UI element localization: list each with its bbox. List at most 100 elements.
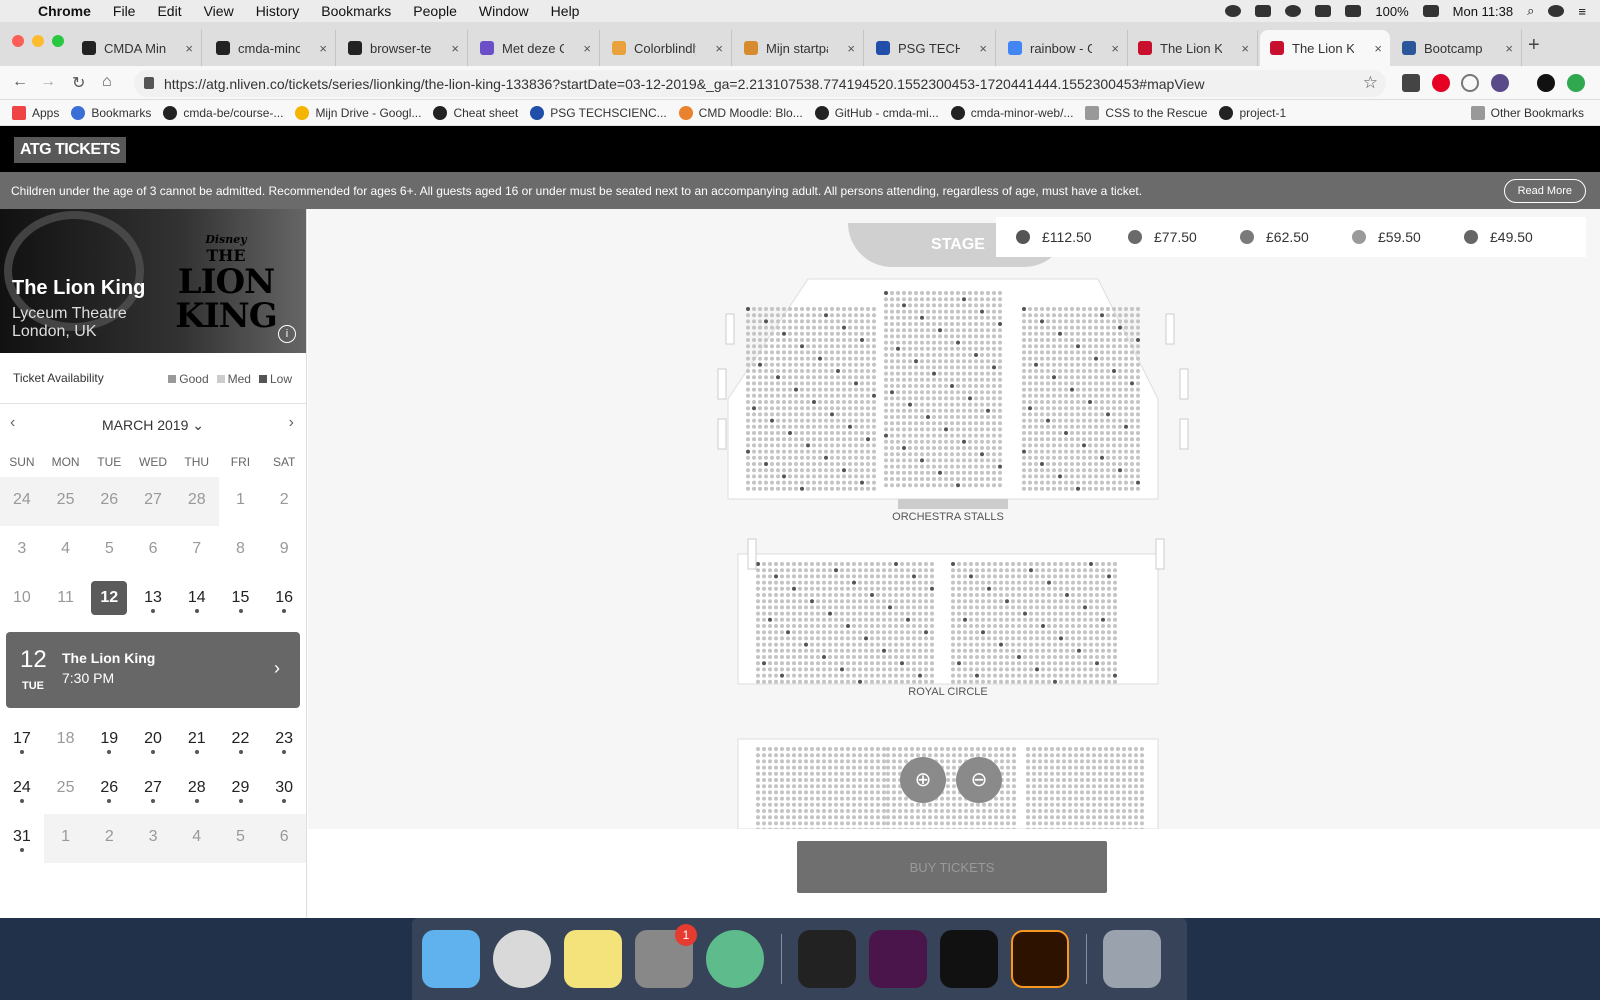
notification-center-icon[interactable]: ≡: [1578, 4, 1586, 19]
finder-icon[interactable]: [422, 930, 480, 988]
battery-percent[interactable]: 100%: [1375, 4, 1408, 19]
calendar-day[interactable]: 27: [131, 765, 175, 814]
calendar-day[interactable]: 15: [219, 575, 263, 624]
bookmark-cmda-be[interactable]: cmda-be/course-...: [163, 105, 283, 120]
browser-tab[interactable]: The Lion Kin×: [1260, 30, 1390, 66]
reload-button[interactable]: ↻: [72, 73, 85, 93]
price-band[interactable]: £112.50: [1016, 229, 1128, 245]
calendar-day[interactable]: 30: [262, 765, 306, 814]
zoom-out-button[interactable]: ⊖: [956, 757, 1002, 803]
price-band[interactable]: £77.50: [1128, 229, 1240, 245]
bookmark-star-icon[interactable]: ☆: [1363, 73, 1378, 93]
seat-plan[interactable]: ORCHESTRA STALLSROYAL CIRCLE: [308, 209, 1600, 829]
read-more-button[interactable]: Read More: [1503, 179, 1586, 203]
tab-close-icon[interactable]: ×: [185, 41, 193, 56]
price-band[interactable]: £59.50: [1352, 229, 1464, 245]
input-source-icon[interactable]: [1345, 5, 1362, 17]
siri-icon[interactable]: [1548, 5, 1565, 17]
seat-map[interactable]: ORCHESTRA STALLS ROYAL CIRCLE STAGE £112.…: [308, 209, 1600, 829]
info-icon[interactable]: i: [278, 325, 296, 343]
extension-circle-icon[interactable]: [1461, 74, 1479, 92]
terminal-icon[interactable]: [940, 930, 998, 988]
time-machine-icon[interactable]: [1285, 5, 1302, 17]
eye-extension-icon[interactable]: [1491, 74, 1509, 92]
bookmark-project-1[interactable]: project-1: [1219, 105, 1286, 120]
browser-tab[interactable]: Mijn startpag×: [734, 30, 864, 66]
tab-close-icon[interactable]: ×: [979, 41, 987, 56]
bookmark-cmda-minor-web[interactable]: cmda-minor-web/...: [950, 105, 1073, 120]
calendar-day[interactable]: 28: [175, 765, 219, 814]
atom-icon[interactable]: [706, 930, 764, 988]
atg-logo[interactable]: ATG TICKETS: [14, 137, 126, 163]
menu-history[interactable]: History: [256, 3, 300, 19]
performance-card[interactable]: 12 TUE The Lion King 7:30 PM ›: [6, 632, 300, 708]
bookmark-css-rescue[interactable]: CSS to the Rescue: [1085, 105, 1207, 120]
activity-monitor-icon[interactable]: [798, 930, 856, 988]
browser-tab[interactable]: cmda-minor-×: [206, 30, 336, 66]
menu-edit[interactable]: Edit: [157, 3, 181, 19]
other-bookmarks[interactable]: Other Bookmarks: [1470, 105, 1584, 120]
trash-icon[interactable]: [1103, 930, 1161, 988]
calendar-day[interactable]: 13: [131, 575, 175, 624]
calendar-day[interactable]: 23: [262, 716, 306, 765]
calendar-day[interactable]: 19: [87, 716, 131, 765]
next-month-button[interactable]: ›: [289, 414, 294, 432]
extension-icon[interactable]: [1402, 74, 1420, 92]
calendar-day[interactable]: 16: [262, 575, 306, 624]
buy-tickets-button[interactable]: BUY TICKETS: [797, 841, 1107, 893]
calendar-day[interactable]: 22: [219, 716, 263, 765]
wifi-icon[interactable]: [1315, 5, 1332, 17]
calendar-day[interactable]: 29: [219, 765, 263, 814]
browser-tab[interactable]: Bootcamp ci×: [1392, 30, 1522, 66]
price-band[interactable]: £49.50: [1464, 229, 1576, 245]
close-window-button[interactable]: [12, 35, 24, 47]
battery-icon[interactable]: [1422, 5, 1439, 17]
tab-close-icon[interactable]: ×: [1241, 41, 1249, 56]
menu-people[interactable]: People: [413, 3, 457, 19]
zoom-window-button[interactable]: [52, 35, 64, 47]
home-button[interactable]: ⌂: [102, 73, 112, 91]
minimize-window-button[interactable]: [32, 35, 44, 47]
tab-close-icon[interactable]: ×: [1505, 41, 1513, 56]
tab-close-icon[interactable]: ×: [847, 41, 855, 56]
tab-close-icon[interactable]: ×: [1374, 41, 1382, 56]
browser-tab[interactable]: Colorblindly ×: [602, 30, 732, 66]
browser-tab[interactable]: Met deze Ch×: [470, 30, 600, 66]
calendar-day[interactable]: 14: [175, 575, 219, 624]
menu-file[interactable]: File: [113, 3, 136, 19]
slack-icon[interactable]: [869, 930, 927, 988]
menu-view[interactable]: View: [204, 3, 234, 19]
new-tab-button[interactable]: +: [1528, 34, 1540, 57]
address-bar[interactable]: https://atg.nliven.co/tickets/series/lio…: [134, 70, 1386, 97]
bookmark-moodle[interactable]: CMD Moodle: Blo...: [678, 105, 803, 120]
chrome-icon[interactable]: [493, 930, 551, 988]
menu-help[interactable]: Help: [551, 3, 580, 19]
price-band[interactable]: £62.50: [1240, 229, 1352, 245]
prev-month-button[interactable]: ‹: [10, 414, 15, 432]
tab-close-icon[interactable]: ×: [451, 41, 459, 56]
browser-tab[interactable]: browser-tech×: [338, 30, 468, 66]
calendar-day[interactable]: 17: [0, 716, 44, 765]
calendar-day[interactable]: 21: [175, 716, 219, 765]
creative-cloud-icon[interactable]: [1225, 5, 1242, 17]
illustrator-icon[interactable]: [1011, 930, 1069, 988]
bookmark-bookmarks[interactable]: Bookmarks: [71, 105, 151, 120]
bookmark-drive[interactable]: Mijn Drive - Googl...: [295, 105, 421, 120]
notes-icon[interactable]: [564, 930, 622, 988]
browser-tab[interactable]: rainbow - Go×: [998, 30, 1128, 66]
browser-tab[interactable]: PSG TECHSC×: [866, 30, 996, 66]
calendar-day[interactable]: 26: [87, 765, 131, 814]
bookmark-github-cmda[interactable]: GitHub - cmda-mi...: [814, 105, 939, 120]
tab-close-icon[interactable]: ×: [1111, 41, 1119, 56]
browser-tab[interactable]: The Lion Kin×: [1128, 30, 1258, 66]
tab-close-icon[interactable]: ×: [319, 41, 327, 56]
zoom-in-button[interactable]: ⊕: [900, 757, 946, 803]
clock[interactable]: Mon 11:38: [1453, 4, 1513, 19]
tab-close-icon[interactable]: ×: [583, 41, 591, 56]
bookmark-apps[interactable]: Apps: [12, 105, 59, 120]
menu-app[interactable]: Chrome: [38, 3, 91, 19]
spotlight-icon[interactable]: ⌕: [1527, 3, 1534, 19]
calendar-day[interactable]: 20: [131, 716, 175, 765]
update-icon[interactable]: [1567, 74, 1585, 92]
profile-avatar[interactable]: [1537, 74, 1555, 92]
